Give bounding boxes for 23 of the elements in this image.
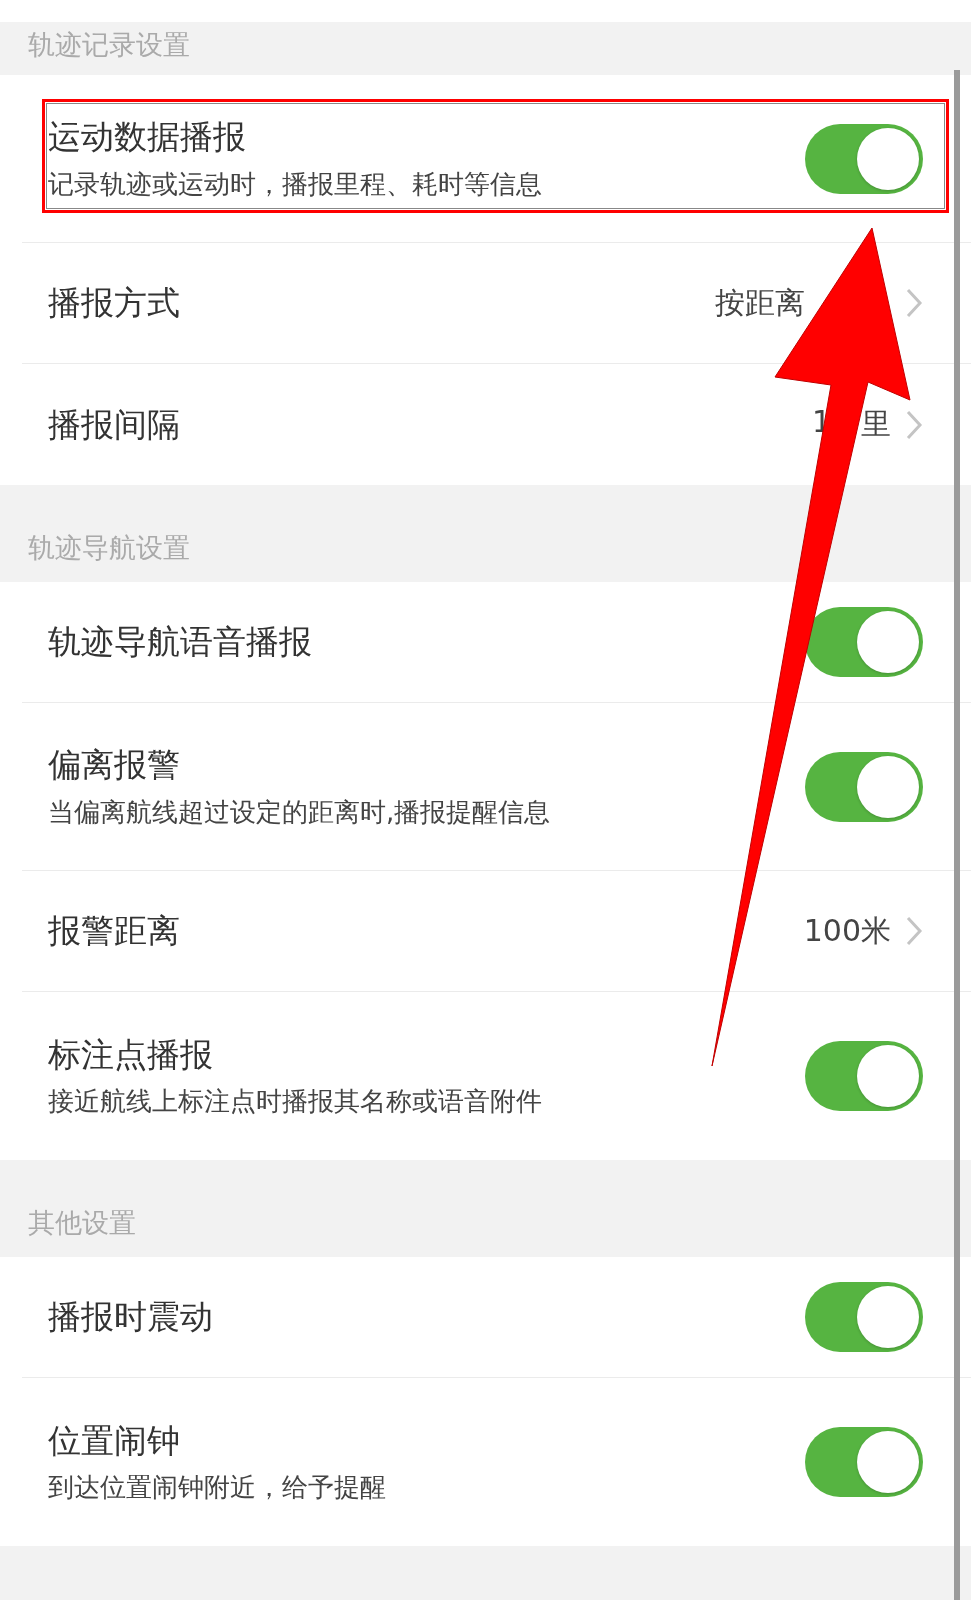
chevron-right-icon[interactable]	[905, 915, 923, 947]
section-header: 轨迹记录设置	[28, 28, 190, 61]
setting-title: 播报方式	[48, 283, 181, 323]
setting-title: 标注点播报	[48, 1034, 214, 1075]
setting-title: 位置闹钟	[48, 1420, 181, 1461]
setting-title: 轨迹导航语音播报	[48, 622, 313, 662]
setting-title: 播报间隔	[48, 404, 181, 445]
setting-title: 偏离报警	[48, 745, 181, 785]
setting-description: 当偏离航线超过设定的距离时,播报提醒信息	[48, 796, 552, 828]
chevron-right-icon[interactable]	[905, 287, 923, 319]
setting-value: 100米	[803, 911, 891, 950]
section-header: 其他设置	[28, 1206, 136, 1239]
chevron-right-icon[interactable]	[905, 408, 923, 441]
setting-title: 播报时震动	[48, 1297, 214, 1337]
setting-description: 到达位置闹钟附近，给予提醒	[48, 1472, 387, 1504]
setting-title: 运动数据播报	[48, 117, 247, 157]
setting-value: 里	[861, 405, 891, 443]
setting-description: 记录轨迹或运动时，播报里程、耗时等信息	[48, 168, 543, 200]
setting-value: 按距离	[715, 283, 805, 322]
setting-title: 报警距离	[48, 911, 181, 951]
setting-description: 接近航线上标注点时播报其名称或语音附件	[48, 1086, 543, 1118]
toggle-switch[interactable]	[805, 607, 923, 677]
section-header: 轨迹导航设置	[28, 531, 190, 564]
